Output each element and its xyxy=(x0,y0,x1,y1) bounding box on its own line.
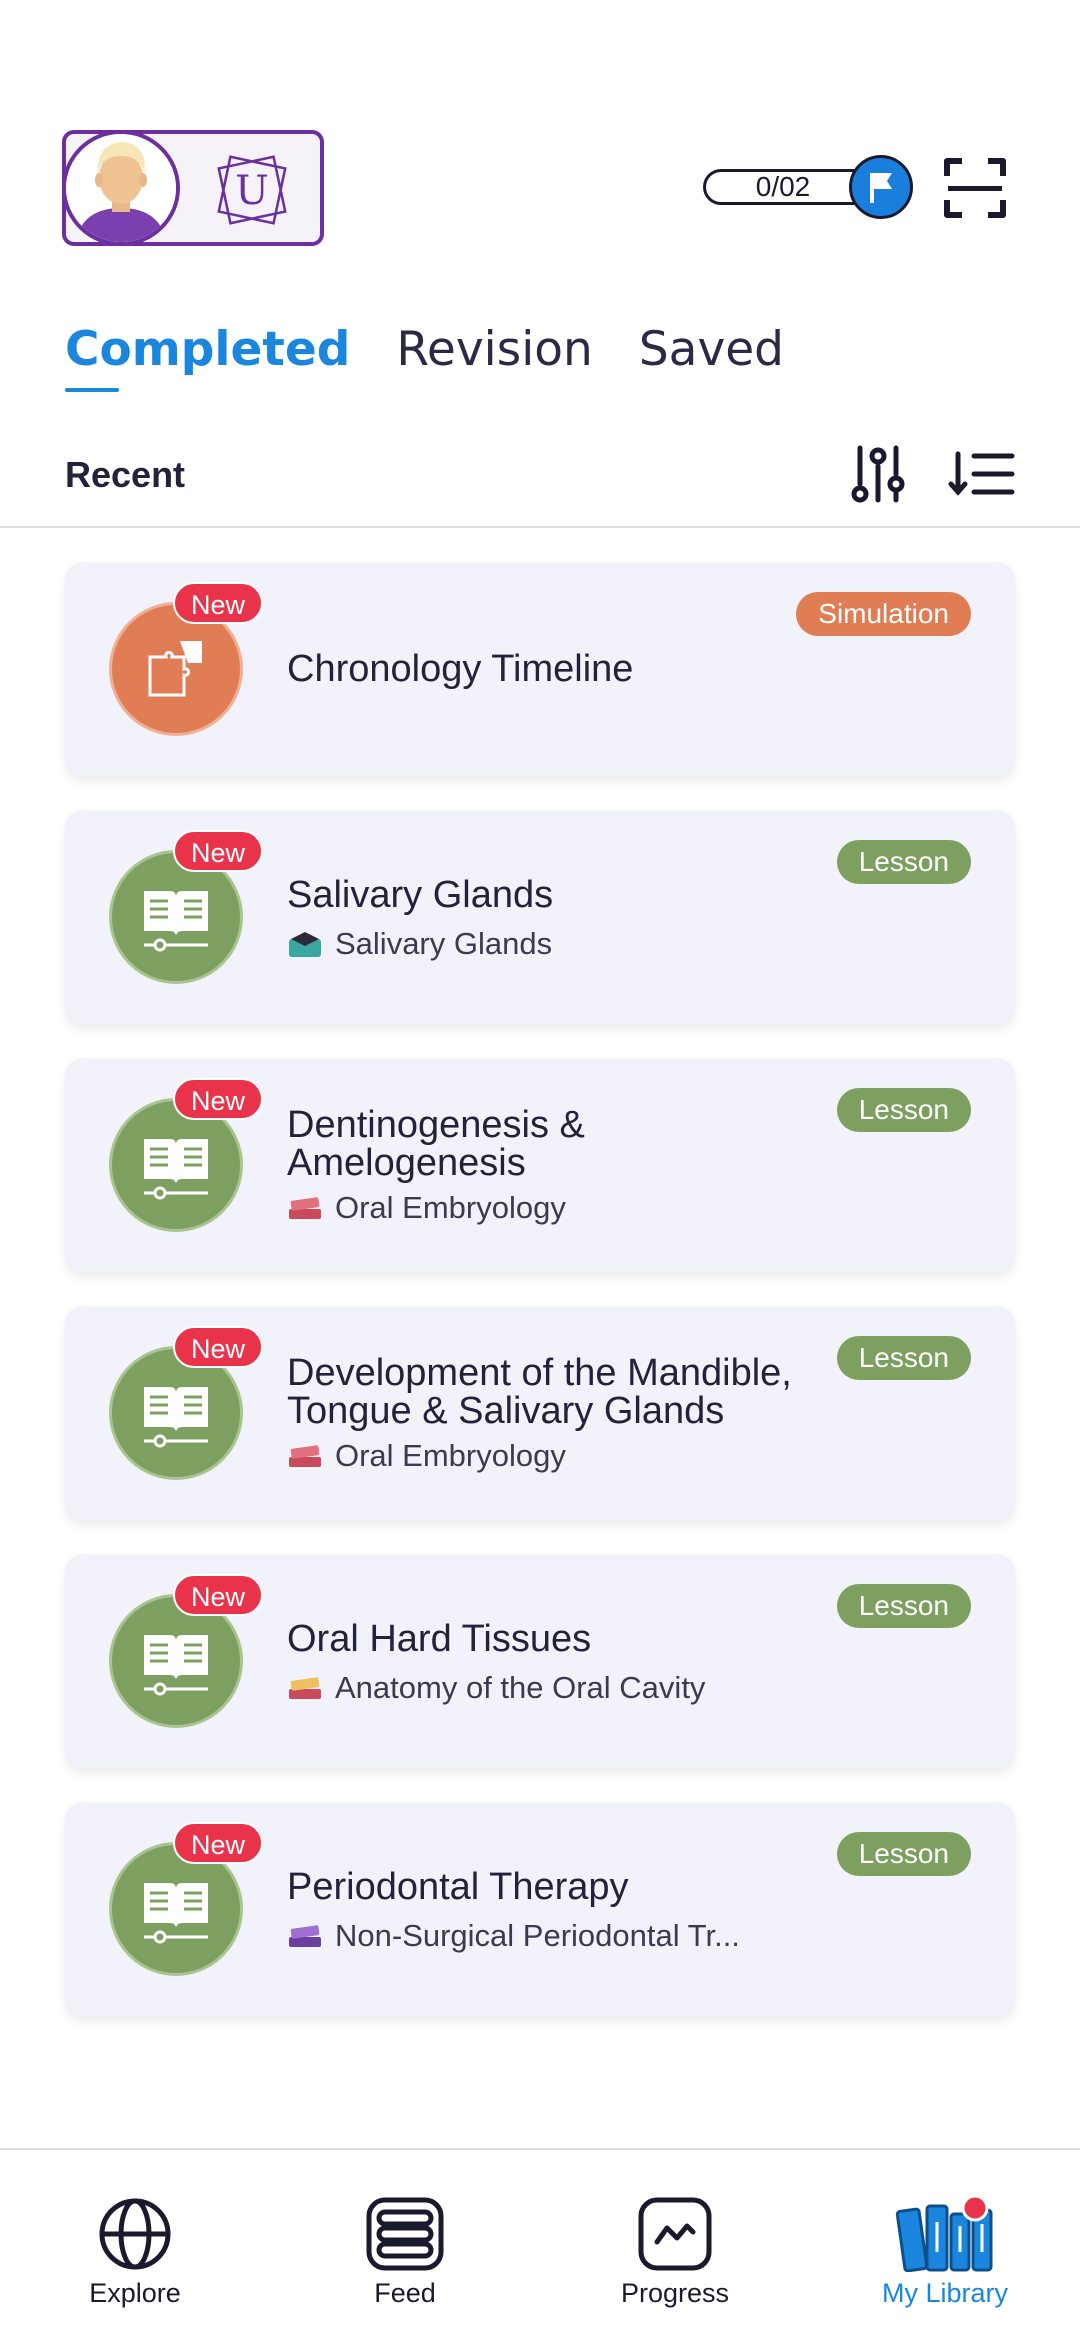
card-subtitle-text: Salivary Glands xyxy=(335,926,553,961)
flag-icon xyxy=(849,155,913,219)
books-stack-icon xyxy=(287,1441,323,1471)
card-subtitle-text: Oral Embryology xyxy=(335,1190,566,1225)
card-title: Salivary Glands xyxy=(287,874,554,916)
nav-my-library[interactable]: My Library xyxy=(845,2196,1045,2309)
svg-text:U: U xyxy=(235,168,269,214)
feed-icon xyxy=(366,2197,444,2271)
books-stack-icon xyxy=(287,1193,323,1223)
new-badge: New xyxy=(173,1574,263,1616)
profile-switcher[interactable]: U xyxy=(62,130,324,246)
books-stack-icon xyxy=(287,1921,323,1951)
new-badge: New xyxy=(173,582,263,624)
card-subtitle: Non-Surgical Periodontal Tr... xyxy=(287,1918,740,1954)
nav-label: Progress xyxy=(620,2278,730,2308)
card-subtitle: Oral Embryology xyxy=(287,1190,566,1226)
bottom-navigation: Explore Feed Progress My Library xyxy=(0,2148,1080,2340)
books-stack-icon xyxy=(287,1673,323,1703)
card-subtitle-text: Oral Embryology xyxy=(335,1438,566,1473)
library-icon xyxy=(895,2196,993,2272)
new-badge: New xyxy=(173,830,263,872)
avatar-icon[interactable] xyxy=(62,130,180,246)
card-subtitle: Oral Embryology xyxy=(287,1438,566,1474)
card-title: Oral Hard Tissues xyxy=(287,1618,592,1660)
content-card[interactable]: New Lesson Salivary Glands Salivary Glan… xyxy=(65,810,1015,1024)
tab-completed[interactable]: Completed xyxy=(65,322,350,392)
app-header: U 0/02 xyxy=(0,0,1080,290)
nav-progress[interactable]: Progress xyxy=(575,2196,775,2309)
content-card[interactable]: New Simulation Chronology Timeline xyxy=(65,562,1015,776)
card-subtitle: Anatomy of the Oral Cavity xyxy=(287,1670,705,1706)
nav-feed[interactable]: Feed xyxy=(305,2196,505,2309)
tab-revision[interactable]: Revision xyxy=(396,322,592,377)
nav-explore[interactable]: Explore xyxy=(35,2196,235,2309)
streak-counter[interactable]: 0/02 xyxy=(703,155,913,221)
type-badge: Simulation xyxy=(796,592,971,636)
graduation-cap-icon xyxy=(287,929,323,959)
content-card[interactable]: New Lesson Oral Hard Tissues Anatomy of … xyxy=(65,1554,1015,1768)
card-title: Development of the Mandible, Tongue & Sa… xyxy=(287,1352,792,1432)
library-tabs: Completed Revision Saved xyxy=(65,322,784,392)
sort-icon[interactable] xyxy=(948,450,1016,498)
nav-label: Feed xyxy=(374,2278,436,2308)
filter-sliders-icon[interactable] xyxy=(850,444,906,504)
card-title: Dentinogenesis & Amelogenesis xyxy=(287,1104,585,1184)
card-title: Periodontal Therapy xyxy=(287,1866,629,1908)
section-header: Recent xyxy=(0,440,1080,528)
progress-chart-icon xyxy=(638,2197,712,2271)
content-card[interactable]: New Lesson Development of the Mandible, … xyxy=(65,1306,1015,1520)
card-subtitle-text: Non-Surgical Periodontal Tr... xyxy=(335,1918,740,1953)
type-badge: Lesson xyxy=(836,1336,971,1380)
card-subtitle-text: Anatomy of the Oral Cavity xyxy=(335,1670,706,1705)
new-badge: New xyxy=(173,1326,263,1368)
content-card[interactable]: New Lesson Dentinogenesis & Amelogenesis… xyxy=(65,1058,1015,1272)
brand-logo-icon: U xyxy=(214,152,290,228)
nav-label: My Library xyxy=(881,2278,1009,2308)
card-subtitle: Salivary Glands xyxy=(287,926,552,962)
type-badge: Lesson xyxy=(836,1088,971,1132)
scan-icon[interactable] xyxy=(944,158,1006,218)
tab-saved[interactable]: Saved xyxy=(639,322,784,377)
new-badge: New xyxy=(173,1822,263,1864)
card-title: Chronology Timeline xyxy=(287,648,634,690)
nav-label: Explore xyxy=(89,2278,181,2308)
content-card[interactable]: New Lesson Periodontal Therapy Non-Surgi… xyxy=(65,1802,1015,2016)
globe-icon xyxy=(99,2198,171,2270)
section-title: Recent xyxy=(65,454,186,495)
new-badge: New xyxy=(173,1078,263,1120)
